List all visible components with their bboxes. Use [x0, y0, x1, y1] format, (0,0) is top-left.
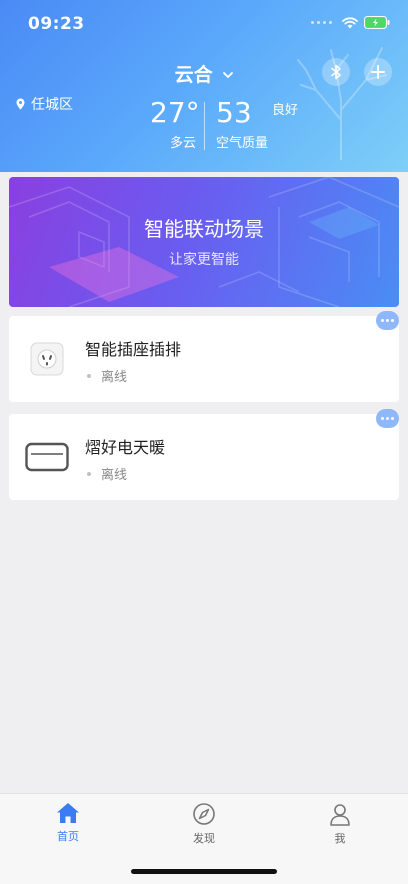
home-icon: [57, 803, 79, 823]
device-status: 离线: [85, 366, 127, 385]
home-indicator[interactable]: [131, 869, 277, 874]
plus-icon: [371, 65, 385, 79]
weather-divider: [204, 102, 205, 150]
tab-home-label: 首页: [57, 830, 79, 843]
device-status: 离线: [85, 464, 127, 483]
wifi-icon: [342, 16, 358, 28]
banner-title: 智能联动场景: [144, 217, 264, 241]
device-name: 熠好电天暖: [85, 438, 166, 457]
tab-profile[interactable]: 我: [300, 802, 380, 846]
profile-icon: [330, 804, 350, 826]
battery-icon: [364, 16, 390, 29]
device-card[interactable]: 智能插座插排 离线: [9, 311, 399, 402]
status-icons: [311, 16, 390, 29]
isometric-room-illustration: [9, 177, 399, 307]
heater-panel-icon: [23, 433, 71, 481]
device-status-label: 离线: [101, 468, 128, 483]
aqi-label: 空气质量: [216, 136, 269, 151]
status-time: 09:23: [28, 14, 85, 34]
location[interactable]: 任城区: [16, 94, 73, 114]
compass-icon: [193, 803, 215, 825]
tab-profile-label: 我: [334, 832, 346, 845]
location-pin-icon: [16, 98, 25, 110]
bluetooth-button[interactable]: [322, 58, 350, 86]
bluetooth-icon: [331, 64, 341, 80]
device-status-label: 离线: [101, 370, 128, 385]
tab-discover-label: 发现: [193, 832, 215, 845]
more-options-button[interactable]: [376, 409, 399, 428]
aqi-value: 53: [216, 96, 252, 129]
location-label: 任城区: [31, 97, 73, 113]
temperature: 27°: [150, 96, 200, 129]
banner-subtitle: 让家更智能: [169, 252, 239, 268]
offline-dot-icon: [87, 471, 91, 476]
offline-dot-icon: [87, 373, 91, 378]
add-device-button[interactable]: [364, 58, 392, 86]
signal-dots-icon: [311, 21, 332, 24]
tab-discover[interactable]: 发现: [164, 802, 244, 846]
tab-home[interactable]: 首页: [28, 802, 108, 844]
header: 09:23 云合 任城区 27° 多云 53 良好 空气质量: [0, 0, 408, 172]
aqi-level: 良好: [272, 103, 299, 118]
weather-condition: 多云: [170, 136, 197, 151]
more-options-button[interactable]: [376, 311, 399, 330]
power-socket-icon: [23, 335, 71, 383]
device-name: 智能插座插排: [85, 340, 182, 359]
status-bar: 09:23: [0, 0, 408, 48]
device-card[interactable]: 熠好电天暖 离线: [9, 409, 399, 500]
smart-scene-banner[interactable]: 智能联动场景 让家更智能: [9, 177, 399, 307]
chevron-down-icon: [223, 72, 234, 79]
home-name-label: 云合: [174, 64, 213, 86]
